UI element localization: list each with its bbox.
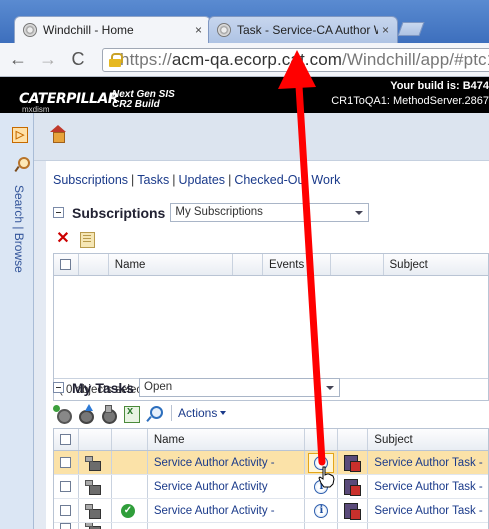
link-tasks[interactable]: Tasks [137,173,169,187]
table-header: Name Events Subject [54,254,488,276]
tab-close-icon[interactable]: × [195,23,202,37]
column-events[interactable]: Events [263,254,331,275]
select-all-checkbox[interactable] [60,434,71,445]
home-content: Subscriptions | Tasks | Updates | Checked-Out … [46,161,489,529]
tab-close-icon[interactable]: × [382,23,389,37]
task-name-link[interactable]: Service Author Activity [154,481,268,493]
forward-button[interactable]: → [36,48,60,72]
expand-navigator-icon[interactable]: ▷ [12,127,28,143]
row-checkbox[interactable] [60,505,71,516]
task-subject-link[interactable]: Service Author Task - [374,505,482,517]
column-subject[interactable]: Subject [384,254,488,275]
link-subscriptions[interactable]: Subscriptions [53,173,128,187]
caret-down-icon [220,411,227,415]
update-due-date-icon[interactable] [99,404,117,424]
tab-windchill-home[interactable]: Windchill - Home × [14,16,211,43]
tasks-title: My Tasks [72,379,134,396]
lock-icon [109,53,124,67]
address-bar[interactable]: https://acm-qa.ecorp.cat.com/Windchill/a… [102,48,489,72]
table-row[interactable]: ✓ Service Author Activity - i Service Au… [54,499,488,523]
subscriptions-view-select[interactable]: My Subscriptions [170,203,370,222]
build-label: Your build is: B474 [390,80,489,92]
actions-menu[interactable]: Actions [178,406,227,420]
browser-tabstrip: Windchill - Home × Task - Service-CA Aut… [0,0,489,43]
select-all-checkbox[interactable] [60,259,71,270]
subscriptions-toolbar: ✕ [53,229,101,249]
task-name-link[interactable]: Service Author Activity - [154,457,275,469]
task-subject-icon [344,454,362,472]
table-header: Name Subject [54,429,488,451]
toolbar-divider [171,405,172,421]
tasks-table: Name Subject Service Author Activity - i… [53,428,489,529]
tasks-toolbar: Actions [53,404,227,424]
link-checked-out-work[interactable]: Checked-Out Work [234,173,340,187]
task-subject-link[interactable]: Service Author Task - [374,457,482,469]
task-name-link[interactable]: Service Author Activity - [154,505,275,517]
export-excel-icon[interactable] [122,404,140,423]
new-tab-button[interactable] [397,22,425,36]
tab-task-service[interactable]: Task - Service-CA Author Wo × [208,16,398,43]
column-subject[interactable]: Subject [368,429,488,450]
work-item-icon [84,455,101,471]
tasks-header: My Tasks Open [53,378,340,397]
find-icon[interactable] [145,404,163,422]
work-item-icon [84,523,101,529]
home-icon[interactable] [50,125,66,143]
windchill-favicon-icon [217,23,231,37]
chevron-down-icon [355,211,364,215]
tasks-view-select[interactable]: Open [139,378,340,397]
row-checkbox[interactable] [60,481,71,492]
row-checkbox[interactable] [60,523,71,529]
task-subject-link[interactable]: Service Author Task - [374,481,482,493]
subscriptions-title: Subscriptions [72,204,166,221]
reassign-task-icon[interactable] [76,404,94,424]
windchill-favicon-icon [23,23,37,37]
subscriptions-header: Subscriptions My Subscriptions [53,203,370,222]
server-label: CR1ToQA1: MethodServer.2867 [331,95,489,107]
search-browse-label[interactable]: Search | Browse [12,185,26,273]
tab-title: Windchill - Home [43,23,134,37]
task-subject-icon [344,502,362,520]
app-header: CATERPILLAR mxdism Next Gen SIS CR2 Buil… [0,77,489,114]
column-name[interactable]: Name [109,254,234,275]
delete-icon[interactable]: ✕ [53,229,73,249]
back-button[interactable]: ← [6,48,30,72]
chevron-down-icon [326,386,334,390]
section-links: Subscriptions | Tasks | Updates | Checked-Out … [53,173,341,187]
link-updates[interactable]: Updates [179,173,226,187]
url-text: https://acm-qa.ecorp.cat.com/Windchill/a… [120,50,489,69]
info-icon[interactable]: i [314,503,329,518]
search-icon[interactable] [14,157,30,173]
task-subject-icon [344,478,362,496]
edit-subscription-icon[interactable] [77,229,97,249]
product-name: Next Gen SIS CR2 Build [112,89,175,110]
reload-button[interactable]: C [66,48,90,72]
main-area: Subscriptions | Tasks | Updates | Checked-Out … [34,113,489,529]
collapse-icon[interactable] [53,382,64,393]
left-rail: ▷ Search | Browse [0,113,34,529]
work-item-icon [84,503,101,519]
tab-title: Task - Service-CA Author Wo [237,23,378,37]
collapse-icon[interactable] [53,207,64,218]
complete-task-icon[interactable] [53,404,72,424]
browser-toolbar: ← → C https://acm-qa.ecorp.cat.com/Windc… [0,43,489,77]
hand-cursor-icon [318,466,335,488]
table-row-partial [54,523,488,529]
row-checkbox[interactable] [60,457,71,468]
breadcrumb [34,113,489,161]
checkmark-icon: ✓ [120,503,135,518]
work-item-icon [84,479,101,495]
column-name[interactable]: Name [148,429,306,450]
table-row[interactable]: Service Author Activity - i Service Auth… [54,451,488,475]
table-row[interactable]: Service Author Activity i Service Author… [54,475,488,499]
